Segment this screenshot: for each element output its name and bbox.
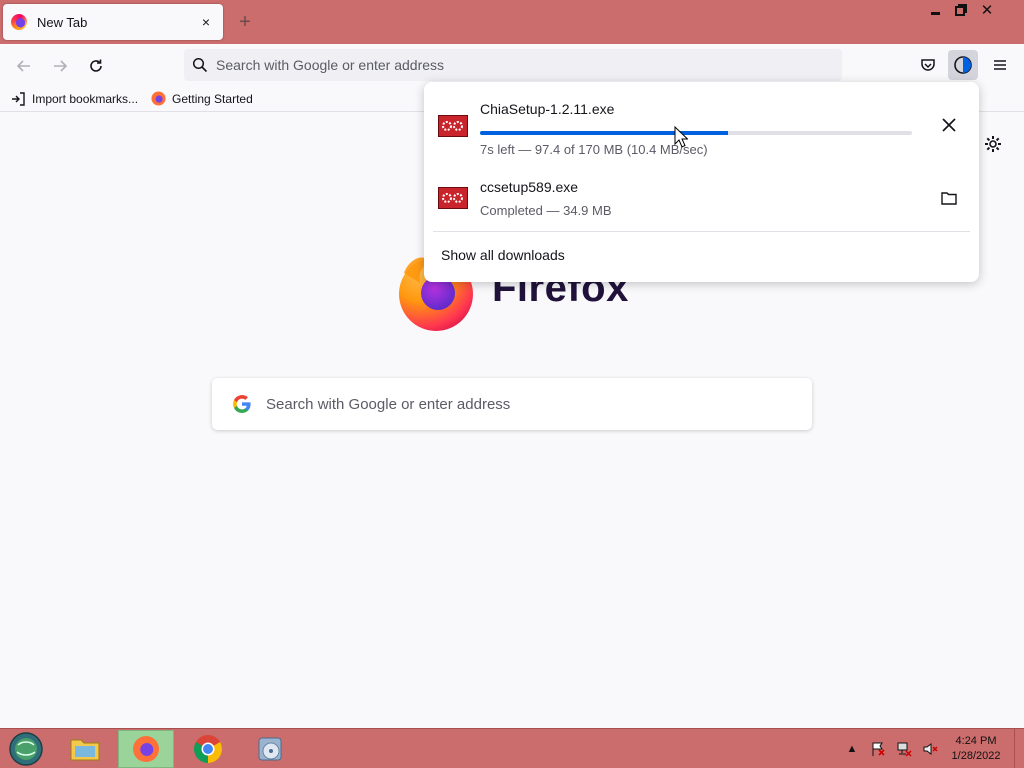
reload-button[interactable] xyxy=(82,52,110,80)
search-placeholder: Search with Google or enter address xyxy=(266,395,511,413)
title-bar: New Tab × + ✕ xyxy=(0,0,1024,44)
system-tray: ▲ 4:24 PM 1/28/2022 xyxy=(842,729,1024,768)
google-icon xyxy=(233,395,251,413)
taskbar-disc-utility[interactable] xyxy=(242,730,298,768)
show-hidden-icons-button[interactable]: ▲ xyxy=(842,741,862,757)
new-tab-button[interactable]: + xyxy=(234,11,256,33)
back-button[interactable] xyxy=(10,52,38,80)
clock-time: 4:24 PM xyxy=(955,735,997,747)
network-icon[interactable] xyxy=(894,741,914,757)
panel-divider xyxy=(433,231,970,232)
clock-date: 1/28/2022 xyxy=(951,750,1001,762)
navigation-toolbar: Search with Google or enter address xyxy=(0,44,1024,86)
forward-button[interactable] xyxy=(46,52,74,80)
show-all-downloads-link[interactable]: Show all downloads xyxy=(441,247,565,263)
close-window-button[interactable]: ✕ xyxy=(974,0,1000,20)
mouse-cursor-icon xyxy=(674,126,688,148)
taskbar: ▲ 4:24 PM 1/28/2022 xyxy=(0,728,1024,768)
hamburger-menu-icon xyxy=(994,60,1006,70)
disc-utility-icon xyxy=(258,737,282,761)
bookmark-label: Import bookmarks... xyxy=(32,91,139,106)
installer-file-icon xyxy=(438,187,468,209)
address-bar-placeholder: Search with Google or enter address xyxy=(216,57,445,73)
downloads-panel: ChiaSetup-1.2.11.exe 7s left — 97.4 of 1… xyxy=(424,82,979,282)
address-bar[interactable]: Search with Google or enter address xyxy=(184,49,842,81)
firefox-icon xyxy=(150,91,166,107)
taskbar-chrome[interactable] xyxy=(180,730,236,768)
tab-close-icon[interactable]: × xyxy=(197,13,215,31)
download-filename: ccsetup589.exe xyxy=(480,179,579,195)
pocket-button[interactable] xyxy=(913,50,943,80)
pocket-icon xyxy=(921,59,935,71)
new-tab-search-input[interactable]: Search with Google or enter address xyxy=(212,378,812,430)
bookmark-label: Getting Started xyxy=(172,91,253,106)
app-menu-button[interactable] xyxy=(985,50,1015,80)
back-arrow-icon xyxy=(16,60,30,72)
download-status: Completed — 34.9 MB xyxy=(480,203,612,218)
download-item-chiasetup[interactable]: ChiaSetup-1.2.11.exe 7s left — 97.4 of 1… xyxy=(424,90,979,160)
folder-icon xyxy=(941,192,957,205)
minimize-button[interactable] xyxy=(922,0,948,20)
bookmark-import[interactable]: Import bookmarks... xyxy=(10,91,138,107)
taskbar-firefox[interactable] xyxy=(118,730,174,768)
taskbar-file-explorer[interactable] xyxy=(57,730,113,768)
firefox-icon xyxy=(133,736,159,762)
system-clock[interactable]: 4:24 PM 1/28/2022 xyxy=(946,734,1006,764)
start-orb-icon[interactable] xyxy=(6,731,46,767)
volume-muted-icon[interactable] xyxy=(920,741,940,757)
open-folder-button[interactable] xyxy=(934,183,964,213)
search-icon xyxy=(192,57,208,73)
firefox-favicon-icon xyxy=(11,14,27,30)
tab-new-tab[interactable]: New Tab × xyxy=(3,4,223,40)
settings-gear-icon[interactable] xyxy=(982,133,1004,155)
installer-file-icon xyxy=(438,115,468,137)
reload-icon xyxy=(90,59,102,72)
downloads-progress-icon xyxy=(954,56,972,74)
bookmark-getting-started[interactable]: Getting Started xyxy=(150,91,253,107)
download-progress-bar xyxy=(480,131,912,135)
restore-button[interactable] xyxy=(948,0,974,20)
folder-icon xyxy=(70,739,100,761)
import-icon xyxy=(10,91,26,107)
action-center-flag-icon[interactable] xyxy=(868,741,888,757)
cancel-download-button[interactable] xyxy=(934,110,964,140)
window-controls: ✕ xyxy=(922,0,1000,20)
download-filename: ChiaSetup-1.2.11.exe xyxy=(480,101,615,117)
show-desktop-button[interactable] xyxy=(1014,729,1024,768)
chrome-icon xyxy=(194,735,222,763)
downloads-button[interactable] xyxy=(948,50,978,80)
download-item-ccsetup[interactable]: ccsetup589.exe Completed — 34.9 MB xyxy=(424,160,979,230)
download-progress-fill xyxy=(480,131,728,135)
tab-title: New Tab xyxy=(37,14,88,30)
forward-arrow-icon xyxy=(54,60,68,72)
close-icon xyxy=(942,118,956,132)
